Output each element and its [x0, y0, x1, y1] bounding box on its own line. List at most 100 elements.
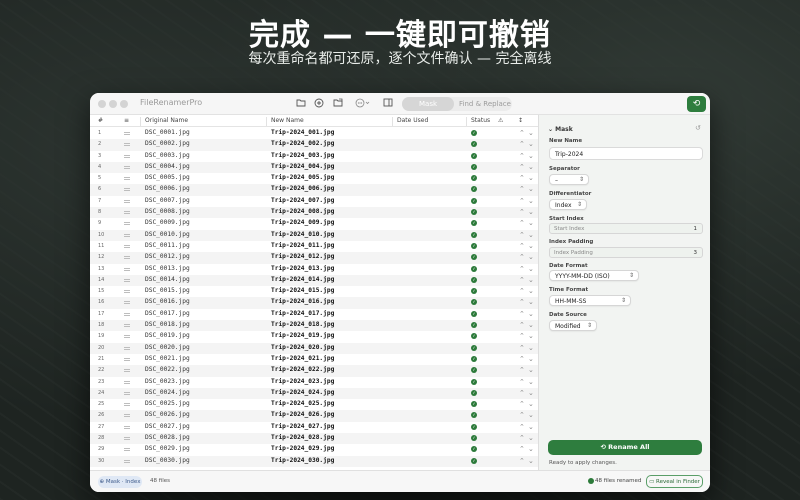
table-row[interactable]: 19 DSC_0019.jpg Trip-2024_019.jpg ✓ ⌃ ⌄ [90, 331, 538, 342]
move-down-icon[interactable]: ⌄ [528, 365, 534, 375]
move-up-icon[interactable]: ⌃ [519, 331, 525, 341]
move-down-icon[interactable]: ⌄ [528, 456, 534, 466]
table-row[interactable]: 24 DSC_0024.jpg Trip-2024_024.jpg ✓ ⌃ ⌄ [90, 387, 538, 400]
sidebar-icon[interactable] [381, 98, 394, 110]
move-down-icon[interactable]: ⌄ [528, 173, 534, 183]
move-up-icon[interactable]: ⌃ [519, 377, 525, 387]
move-up-icon[interactable]: ⌃ [519, 275, 525, 285]
move-down-icon[interactable]: ⌄ [528, 377, 534, 387]
column-divider[interactable] [266, 117, 267, 126]
table-row[interactable]: 21 DSC_0021.jpg Trip-2024_021.jpg ✓ ⌃ ⌄ [90, 354, 538, 365]
move-up-icon[interactable]: ⌃ [519, 433, 525, 443]
column-header-original-name[interactable]: Original Name [145, 117, 188, 124]
table-row[interactable]: 15 DSC_0015.jpg Trip-2024_015.jpg ✓ ⌃ ⌄ [90, 286, 538, 297]
move-down-icon[interactable]: ⌄ [528, 309, 534, 319]
move-up-icon[interactable]: ⌃ [519, 309, 525, 319]
drag-handle-icon[interactable] [124, 233, 130, 235]
sort-icon[interactable]: ↕ [518, 117, 523, 124]
table-row[interactable]: 23 DSC_0023.jpg Trip-2024_023.jpg ✓ ⌃ ⌄ [90, 377, 538, 388]
column-header-date-used[interactable]: Date Used [397, 117, 428, 124]
table-row[interactable]: 4 DSC_0004.jpg Trip-2024_004.jpg ✓ ⌃ ⌄ [90, 161, 538, 174]
move-up-icon[interactable]: ⌃ [519, 207, 525, 217]
move-down-icon[interactable]: ⌄ [528, 354, 534, 364]
add-icon[interactable] [312, 98, 325, 110]
drag-handle-icon[interactable] [124, 425, 130, 427]
column-header-new-name[interactable]: New Name [271, 117, 304, 124]
move-up-icon[interactable]: ⌃ [519, 354, 525, 364]
drag-handle-icon[interactable] [124, 267, 130, 269]
date-format-select[interactable]: YYYY-MM-DD (ISO) ⇕ [549, 270, 639, 281]
move-up-icon[interactable]: ⌃ [519, 230, 525, 240]
move-down-icon[interactable]: ⌄ [528, 343, 534, 353]
move-up-icon[interactable]: ⌃ [519, 444, 525, 454]
drag-handle-icon[interactable] [124, 391, 130, 393]
move-down-icon[interactable]: ⌄ [528, 331, 534, 341]
drag-handle-icon[interactable] [124, 244, 130, 246]
move-up-icon[interactable]: ⌃ [519, 128, 525, 138]
move-up-icon[interactable]: ⌃ [519, 399, 525, 409]
drag-handle-icon[interactable] [124, 278, 130, 280]
separator-select[interactable]: – ⇕ [549, 174, 589, 185]
drag-handle-icon[interactable] [124, 256, 130, 258]
move-down-icon[interactable]: ⌄ [528, 320, 534, 330]
table-row[interactable]: 2 DSC_0002.jpg Trip-2024_002.jpg ✓ ⌃ ⌄ [90, 139, 538, 151]
move-up-icon[interactable]: ⌃ [519, 218, 525, 228]
close-window-button[interactable] [98, 100, 106, 108]
drag-handle-icon[interactable] [124, 357, 130, 359]
move-down-icon[interactable]: ⌄ [528, 286, 534, 296]
warning-icon[interactable]: ⚠ [498, 117, 503, 124]
time-format-select[interactable]: HH-MM-SS ⇕ [549, 295, 631, 306]
move-up-icon[interactable]: ⌃ [519, 410, 525, 420]
folder-open-icon[interactable] [331, 98, 344, 110]
reveal-in-finder-button[interactable]: ▭ Reveal in Finder [646, 475, 703, 488]
table-row[interactable]: 6 DSC_0006.jpg Trip-2024_006.jpg ✓ ⌃ ⌄ [90, 184, 538, 196]
more-icon[interactable] [354, 98, 372, 110]
column-header-drag[interactable]: ≡ [124, 117, 129, 124]
move-up-icon[interactable]: ⌃ [519, 241, 525, 251]
column-divider[interactable] [466, 117, 467, 126]
move-up-icon[interactable]: ⌃ [519, 422, 525, 432]
tab-mask[interactable]: Mask [402, 97, 454, 111]
move-up-icon[interactable]: ⌃ [519, 343, 525, 353]
move-down-icon[interactable]: ⌄ [528, 218, 534, 228]
drag-handle-icon[interactable] [124, 143, 130, 145]
move-down-icon[interactable]: ⌄ [528, 241, 534, 251]
table-row[interactable]: 9 DSC_0009.jpg Trip-2024_009.jpg ✓ ⌃ ⌄ [90, 218, 538, 229]
drag-handle-icon[interactable] [124, 448, 130, 450]
table-row[interactable]: 18 DSC_0018.jpg Trip-2024_018.jpg ✓ ⌃ ⌄ [90, 320, 538, 332]
drag-handle-icon[interactable] [124, 301, 130, 303]
move-up-icon[interactable]: ⌃ [519, 173, 525, 183]
drag-handle-icon[interactable] [124, 403, 130, 405]
rename-all-button[interactable]: ⟲ Rename All [548, 440, 702, 455]
move-down-icon[interactable]: ⌄ [528, 162, 534, 172]
table-row[interactable]: 1 DSC_0001.jpg Trip-2024_001.jpg ✓ ⌃ ⌄ [90, 128, 538, 139]
drag-handle-icon[interactable] [124, 132, 130, 133]
move-down-icon[interactable]: ⌄ [528, 207, 534, 217]
start-index-field[interactable]: Start Index 1 [549, 223, 703, 234]
table-row[interactable]: 13 DSC_0013.jpg Trip-2024_013.jpg ✓ ⌃ ⌄ [90, 264, 538, 275]
column-divider[interactable] [140, 117, 141, 126]
table-row[interactable]: 16 DSC_0016.jpg Trip-2024_016.jpg ✓ ⌃ ⌄ [90, 297, 538, 309]
move-down-icon[interactable]: ⌄ [528, 388, 534, 398]
move-down-icon[interactable]: ⌄ [528, 128, 534, 138]
move-down-icon[interactable]: ⌄ [528, 264, 534, 274]
date-source-select[interactable]: Modified ⇕ [549, 320, 597, 331]
column-header-number[interactable]: # [98, 117, 103, 124]
move-up-icon[interactable]: ⌃ [519, 264, 525, 274]
move-down-icon[interactable]: ⌄ [528, 399, 534, 409]
reset-icon[interactable]: ↺ [695, 124, 701, 132]
table-row[interactable]: 26 DSC_0026.jpg Trip-2024_026.jpg ✓ ⌃ ⌄ [90, 410, 538, 422]
move-down-icon[interactable]: ⌄ [528, 151, 534, 161]
table-row[interactable]: 30 DSC_0030.jpg Trip-2024_030.jpg ✓ ⌃ ⌄ [90, 455, 538, 467]
drag-handle-icon[interactable] [124, 290, 130, 292]
move-down-icon[interactable]: ⌄ [528, 422, 534, 432]
zoom-window-button[interactable] [120, 100, 128, 108]
drag-handle-icon[interactable] [124, 380, 130, 382]
drag-handle-icon[interactable] [124, 312, 130, 314]
drag-handle-icon[interactable] [124, 154, 130, 156]
run-rename-button[interactable]: ⟲ [687, 96, 706, 112]
drag-handle-icon[interactable] [124, 346, 130, 348]
move-up-icon[interactable]: ⌃ [519, 456, 525, 466]
table-row[interactable]: 25 DSC_0025.jpg Trip-2024_025.jpg ✓ ⌃ ⌄ [90, 399, 538, 410]
index-padding-field[interactable]: Index Padding 3 [549, 247, 703, 258]
